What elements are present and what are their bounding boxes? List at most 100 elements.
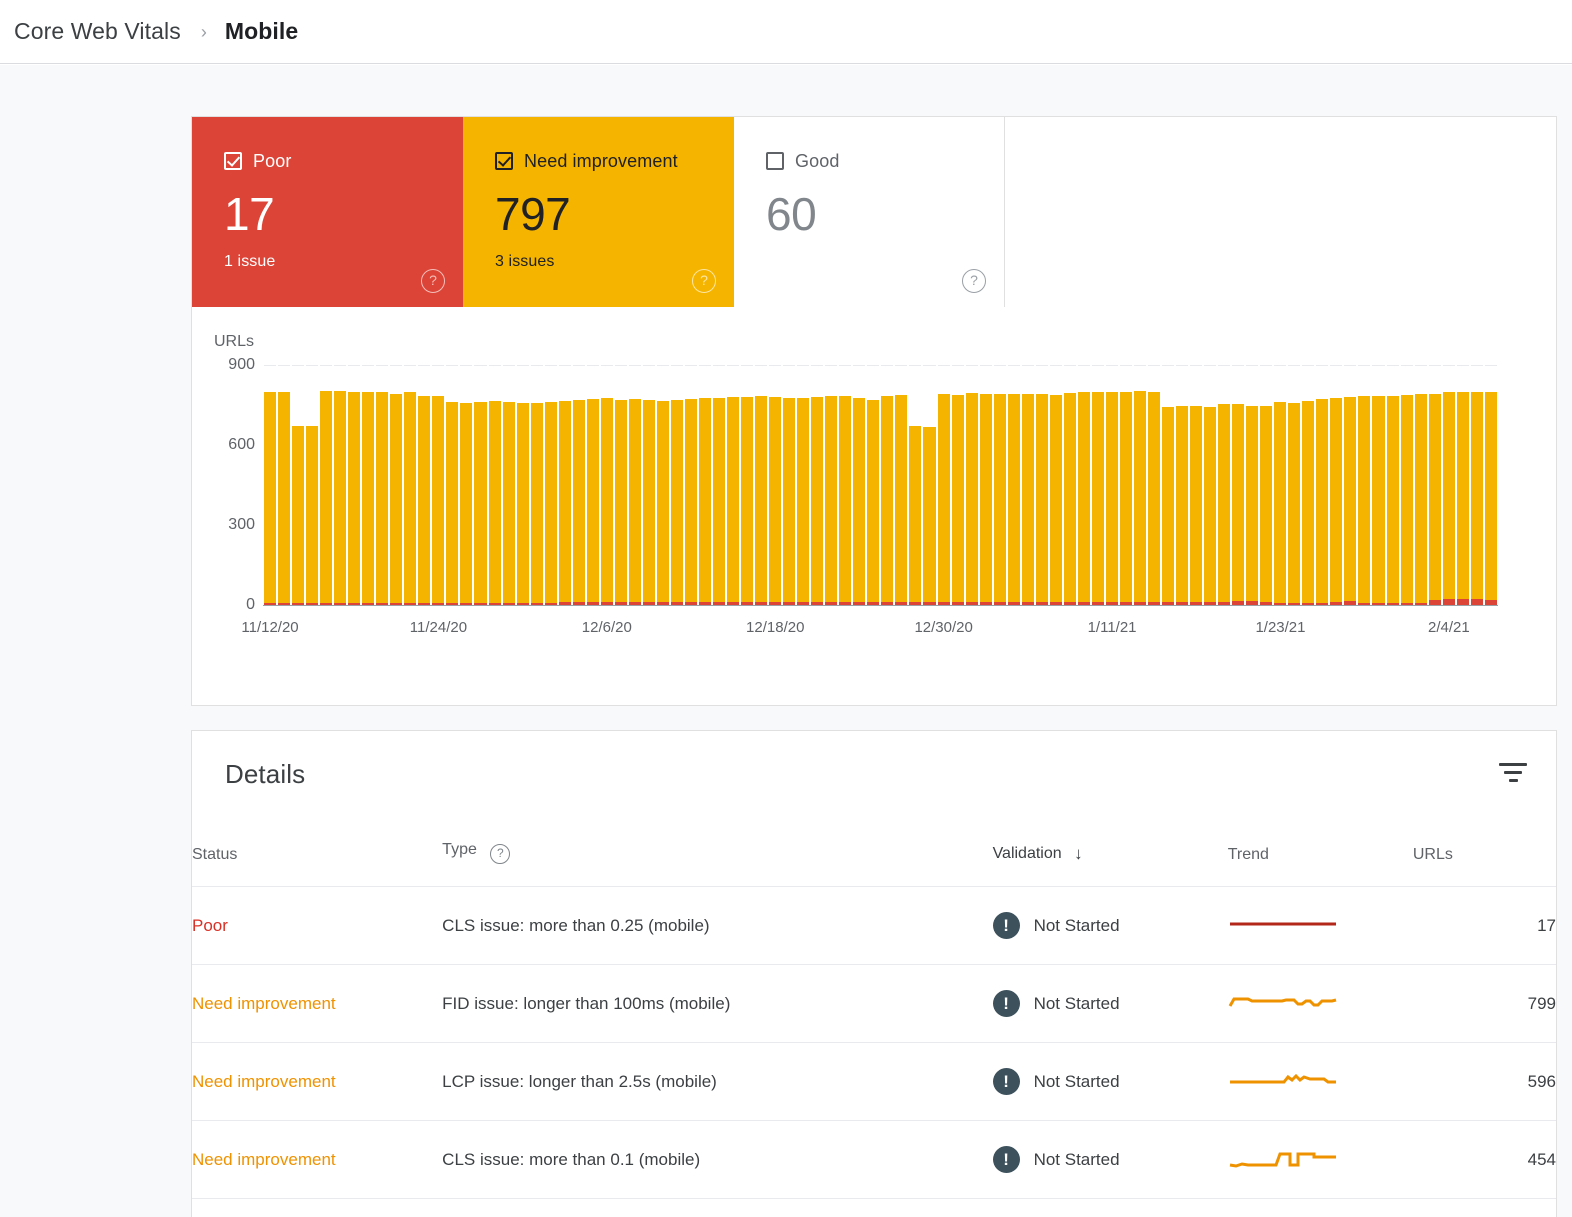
chart-bar[interactable] xyxy=(1090,365,1105,605)
type-help-icon[interactable]: ? xyxy=(490,844,511,864)
chart-bar[interactable] xyxy=(683,365,698,605)
poor-checkbox[interactable] xyxy=(224,152,242,170)
cell-issue-type[interactable]: LCP issue: longer than 2.5s (mobile) xyxy=(442,1042,993,1121)
chart-bar[interactable] xyxy=(978,365,993,605)
chart-bar[interactable] xyxy=(1259,365,1274,605)
chart-bar[interactable] xyxy=(305,365,320,605)
chart-bar[interactable] xyxy=(655,365,670,605)
chart-bar[interactable] xyxy=(459,365,474,605)
status-tile-good[interactable]: Good 60 ? xyxy=(734,117,1005,307)
chart-bar[interactable] xyxy=(627,365,642,605)
chart-bar[interactable] xyxy=(1034,365,1049,605)
chart-bar[interactable] xyxy=(754,365,769,605)
chart-bar[interactable] xyxy=(641,365,656,605)
chart-bar[interactable] xyxy=(852,365,867,605)
filter-icon[interactable] xyxy=(1498,763,1528,789)
chart-bar[interactable] xyxy=(1048,365,1063,605)
chart-bar[interactable] xyxy=(1104,365,1119,605)
chart-bar[interactable] xyxy=(669,365,684,605)
chart-bar[interactable] xyxy=(1161,365,1176,605)
need-improvement-checkbox[interactable] xyxy=(495,152,513,170)
column-header-trend[interactable]: Trend xyxy=(1227,841,1413,887)
chart-bar[interactable] xyxy=(1399,365,1414,605)
chart-bar[interactable] xyxy=(1315,365,1330,605)
chart-bar[interactable] xyxy=(319,365,334,605)
chart-bar[interactable] xyxy=(1427,365,1442,605)
chart-plot-area[interactable]: 900 600 300 0 xyxy=(228,356,1498,613)
chart-bar[interactable] xyxy=(866,365,881,605)
chart-bar[interactable] xyxy=(487,365,502,605)
chart-bar[interactable] xyxy=(1287,365,1302,605)
chart-bar[interactable] xyxy=(1217,365,1232,605)
chart-bar[interactable] xyxy=(992,365,1007,605)
chart-bar[interactable] xyxy=(838,365,853,605)
chart-bar[interactable] xyxy=(1020,365,1035,605)
chart-bar[interactable] xyxy=(950,365,965,605)
chart-bar[interactable] xyxy=(768,365,783,605)
chart-bar[interactable] xyxy=(375,365,390,605)
chart-bar[interactable] xyxy=(1469,365,1484,605)
chart-bar[interactable] xyxy=(1413,365,1428,605)
chart-bar[interactable] xyxy=(1245,365,1260,605)
chart-bar[interactable] xyxy=(1203,365,1218,605)
chart-bar[interactable] xyxy=(389,365,404,605)
chart-bar[interactable] xyxy=(796,365,811,605)
chart-bar[interactable] xyxy=(571,365,586,605)
chart-bar[interactable] xyxy=(1146,365,1161,605)
table-row[interactable]: Need improvement CLS issue: more than 0.1… xyxy=(192,1120,1556,1199)
column-header-type[interactable]: Type ? xyxy=(442,841,993,887)
table-row[interactable]: Need improvement FID issue: longer than 1… xyxy=(192,964,1556,1043)
status-tile-need-improvement[interactable]: Need improvement 797 3 issues ? xyxy=(463,117,734,307)
chart-bar[interactable] xyxy=(922,365,937,605)
chart-bar[interactable] xyxy=(1231,365,1246,605)
chart-bar[interactable] xyxy=(880,365,895,605)
chart-bar[interactable] xyxy=(712,365,727,605)
chart-bar[interactable] xyxy=(1189,365,1204,605)
chart-bar[interactable] xyxy=(1006,365,1021,605)
breadcrumb-root-link[interactable]: Core Web Vitals xyxy=(14,18,181,45)
chart-bar[interactable] xyxy=(361,365,376,605)
chart-bar[interactable] xyxy=(1175,365,1190,605)
chart-bar[interactable] xyxy=(599,365,614,605)
chart-bar[interactable] xyxy=(740,365,755,605)
chart-bar[interactable] xyxy=(403,365,418,605)
chart-bar[interactable] xyxy=(529,365,544,605)
chart-bar[interactable] xyxy=(263,365,278,605)
chart-bar[interactable] xyxy=(894,365,909,605)
chart-bar[interactable] xyxy=(1076,365,1091,605)
chart-bar[interactable] xyxy=(697,365,712,605)
chart-bar[interactable] xyxy=(1483,365,1498,605)
chart-bar[interactable] xyxy=(515,365,530,605)
chart-bar[interactable] xyxy=(557,365,572,605)
chart-bar[interactable] xyxy=(810,365,825,605)
chart-bar[interactable] xyxy=(1455,365,1470,605)
good-checkbox[interactable] xyxy=(766,152,784,170)
chart-bar[interactable] xyxy=(1357,365,1372,605)
chart-bar[interactable] xyxy=(543,365,558,605)
chart-bar[interactable] xyxy=(1118,365,1133,605)
chart-bar[interactable] xyxy=(277,365,292,605)
chart-bar[interactable] xyxy=(501,365,516,605)
chart-bar[interactable] xyxy=(585,365,600,605)
chart-bar[interactable] xyxy=(782,365,797,605)
cell-issue-type[interactable]: CLS issue: more than 0.1 (mobile) xyxy=(442,1120,993,1199)
chart-bar[interactable] xyxy=(1371,365,1386,605)
chart-bar[interactable] xyxy=(1329,365,1344,605)
status-tile-poor[interactable]: Poor 17 1 issue ? xyxy=(192,117,463,307)
poor-help-icon[interactable]: ? xyxy=(421,269,445,293)
chart-bar[interactable] xyxy=(908,365,923,605)
chart-bar[interactable] xyxy=(347,365,362,605)
chart-bar[interactable] xyxy=(417,365,432,605)
cell-issue-type[interactable]: FID issue: longer than 100ms (mobile) xyxy=(442,964,993,1043)
chart-bar[interactable] xyxy=(1441,365,1456,605)
chart-bar[interactable] xyxy=(431,365,446,605)
column-header-status[interactable]: Status xyxy=(192,841,443,887)
table-row[interactable]: Poor CLS issue: more than 0.25 (mobile)! N… xyxy=(192,886,1556,965)
column-header-urls[interactable]: URLs xyxy=(1412,841,1556,887)
chart-bar[interactable] xyxy=(964,365,979,605)
chart-bar[interactable] xyxy=(1301,365,1316,605)
table-row[interactable]: Need improvement LCP issue: longer than 2… xyxy=(192,1042,1556,1121)
sort-descending-icon[interactable]: ↓ xyxy=(1074,844,1083,864)
good-help-icon[interactable]: ? xyxy=(962,269,986,293)
chart-bar[interactable] xyxy=(291,365,306,605)
